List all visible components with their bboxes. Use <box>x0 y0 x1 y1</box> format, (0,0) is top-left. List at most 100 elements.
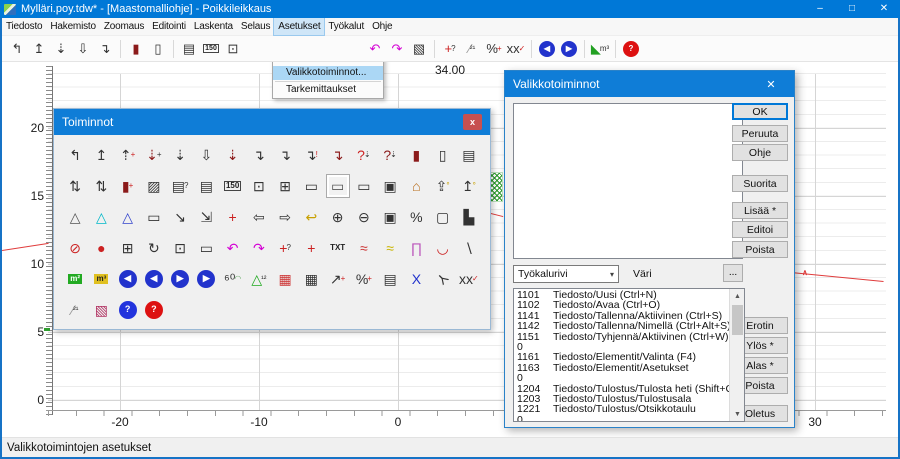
save-file-icon[interactable]: ⇣ <box>51 39 71 59</box>
write-copy-icon[interactable]: ↴ <box>273 143 297 167</box>
write-doc-icon[interactable]: ↴ <box>247 143 271 167</box>
listbox-scrollbar[interactable]: ▲ ▼ <box>729 289 744 421</box>
target-combo[interactable]: Työkalurivi ▾ <box>513 265 619 283</box>
first-section-icon[interactable]: ◀ <box>118 269 137 288</box>
undo-icon[interactable]: ↶ <box>365 39 385 59</box>
help-icon[interactable]: ? <box>623 40 639 57</box>
undo-icon[interactable]: ↶ <box>221 236 245 260</box>
pan-right-icon[interactable]: ⇨ <box>273 205 297 229</box>
axis-move-icon[interactable]: ↗ + <box>326 267 350 291</box>
clipboard-icon[interactable]: ▤ <box>457 143 481 167</box>
white-window-icon[interactable]: ▭ <box>352 174 376 198</box>
scrollbar-thumb[interactable] <box>732 305 743 335</box>
sheet-150-icon[interactable]: 150 <box>221 174 245 198</box>
open-append-icon[interactable]: ↥ <box>29 39 49 59</box>
command-list-item[interactable]: 1163 Tiedosto/Elementit/Asetukset <box>514 362 729 373</box>
toiminnot-close-button[interactable]: x <box>463 114 482 130</box>
menu-laskenta[interactable]: Laskenta <box>190 18 237 35</box>
save-close-icon[interactable]: ↴ <box>326 143 350 167</box>
erase-line-icon[interactable]: ⊘ <box>63 236 87 260</box>
table-panel-icon[interactable]: ▦ <box>299 267 323 291</box>
slope-hatch-icon[interactable]: △ <box>63 205 87 229</box>
window-mode-icon[interactable]: ▭ <box>325 173 350 198</box>
save-doc-icon[interactable]: ⇣ <box>168 143 192 167</box>
dialog-button-editoi[interactable]: Editoi <box>732 221 788 238</box>
open-file-icon[interactable]: ↰ <box>7 39 27 59</box>
clear-doc-icon[interactable]: ▯ <box>148 39 168 59</box>
notepad-icon[interactable]: ▤ <box>378 267 402 291</box>
view-arrow-icon[interactable]: ↘ <box>168 205 192 229</box>
hatch-fill-icon[interactable]: ▨ <box>142 174 166 198</box>
curve-60-icon[interactable]: ⁶⁰ ◠ <box>221 267 245 291</box>
open-doc-icon[interactable]: ↰ <box>63 143 87 167</box>
prev-section-icon[interactable]: ◀ <box>144 269 163 288</box>
scroll-down-icon[interactable]: ▼ <box>730 407 744 421</box>
dialog-title-bar[interactable]: Valikkotoiminnot ✕ <box>505 71 794 97</box>
import-points-icon[interactable]: ⇪ ° <box>431 174 455 198</box>
zoom-prev-icon[interactable]: ▣ <box>378 205 402 229</box>
text-icon[interactable]: TXT <box>326 236 350 260</box>
xyz-calc-icon[interactable]: % + <box>484 39 504 59</box>
write-file-icon[interactable]: ↴ <box>95 39 115 59</box>
menu-item-valikkotoiminnot[interactable]: Valikkotoiminnot... <box>273 66 383 80</box>
menu-ohje[interactable]: Ohje <box>368 18 396 35</box>
pan-left-icon[interactable]: ⇦ <box>247 205 271 229</box>
maximize-button[interactable]: □ <box>836 0 868 18</box>
command-list-item[interactable]: 1221 Tiedosto/Tulostus/Otsikkotaulu <box>514 404 729 415</box>
free-window-icon[interactable]: ▭ <box>299 174 323 198</box>
last-section-icon[interactable]: ▶ <box>197 269 216 288</box>
menu-item-tarkemittaukset[interactable]: Tarkemittaukset <box>273 83 383 97</box>
view-fit-icon[interactable]: ⇲ <box>194 205 218 229</box>
dialog-button-ohje[interactable]: Ohje <box>732 144 788 161</box>
save-add-icon[interactable]: ⇣ + <box>142 143 166 167</box>
delete-fill-icon[interactable]: ● <box>89 236 113 260</box>
profile-lines-icon[interactable]: ≈ <box>352 236 376 260</box>
xx-check-icon[interactable]: xx ✓ <box>457 267 481 291</box>
open-append-icon[interactable]: ↥ <box>89 143 113 167</box>
dialog-button-suorita[interactable]: Suorita <box>732 175 788 192</box>
volume-m3-icon[interactable]: ◣ m³ <box>590 39 610 59</box>
prev-view-icon[interactable]: ◀ <box>539 40 555 57</box>
dialog-close-button[interactable]: ✕ <box>756 71 786 97</box>
plot-frame-icon[interactable]: ⊡ <box>247 174 271 198</box>
spray-icon[interactable]: ↥ ° <box>457 174 481 198</box>
command-list-item[interactable]: 1151 Tiedosto/Tyhjennä/Aktiivinen (Ctrl+W… <box>514 331 729 342</box>
scroll-up-icon[interactable]: ▲ <box>730 289 744 303</box>
slope-hatch-red-icon[interactable]: △ <box>89 205 113 229</box>
dialog-button-lisää[interactable]: Lisää * <box>732 202 788 219</box>
doc-query-icon[interactable]: ? ⇣ <box>378 143 402 167</box>
stack-windows-icon[interactable]: ▣ <box>378 174 402 198</box>
curve-cross-icon[interactable]: ◡ <box>431 236 455 260</box>
zoom-out-icon[interactable]: ⊖ <box>352 205 376 229</box>
dialog-button-poista[interactable]: Poista <box>732 241 788 258</box>
command-list-item[interactable]: 0 <box>514 414 729 421</box>
reload-doc-icon[interactable]: ⇅ <box>63 174 87 198</box>
help-blue-icon[interactable]: ? <box>118 300 137 319</box>
tile-windows-icon[interactable]: ⊞ <box>116 236 140 260</box>
slope-mark-icon[interactable]: ∖ <box>457 236 481 260</box>
add-point-icon[interactable]: + <box>299 236 323 260</box>
next-section-icon[interactable]: ▶ <box>171 269 190 288</box>
crop-area-icon[interactable]: ▢ <box>431 205 455 229</box>
redo-icon[interactable]: ↷ <box>247 236 271 260</box>
save-active-icon[interactable]: ⇣ <box>221 143 245 167</box>
dialog-button-ok[interactable]: OK <box>732 103 788 120</box>
find-doc-icon[interactable]: ▧ <box>409 39 429 59</box>
waves-icon[interactable]: ≈ <box>378 236 402 260</box>
wrench-icon[interactable]: Y <box>431 267 455 291</box>
close-book-icon[interactable]: ▮ <box>126 39 146 59</box>
save-as-doc-icon[interactable]: ⇩ <box>194 143 218 167</box>
print-icon[interactable]: ▤ <box>179 39 199 59</box>
close-button[interactable]: ✕ <box>868 0 900 18</box>
next-view-icon[interactable]: ▶ <box>561 40 577 57</box>
view-add-icon[interactable]: + <box>221 205 245 229</box>
dialog-button-peruuta[interactable]: Peruuta <box>732 125 788 142</box>
red-table-icon[interactable]: ▦ <box>273 267 297 291</box>
x-coord-icon[interactable]: X <box>404 267 428 291</box>
zoom-in-icon[interactable]: ⊕ <box>326 205 350 229</box>
volume-m3-icon[interactable]: m³ <box>89 267 113 291</box>
add-query-icon[interactable]: +? <box>440 39 460 59</box>
printer-icon[interactable]: ▤ <box>194 174 218 198</box>
jump-view-icon[interactable]: ↩ <box>299 205 323 229</box>
query-save-icon[interactable]: ? ⇣ <box>352 143 376 167</box>
